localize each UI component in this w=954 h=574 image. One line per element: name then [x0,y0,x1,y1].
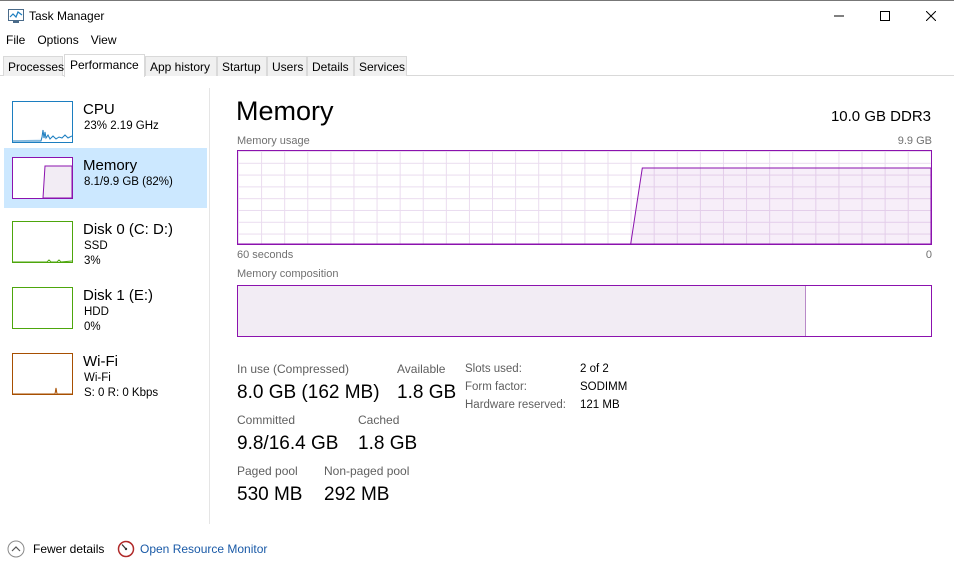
memory-usage-graph [237,150,932,245]
time-axis-min: 0 [925,249,932,261]
sidebar-item-cpu[interactable]: CPU 23% 2.19 GHz [4,92,207,152]
sidebar-item-name: Disk 1 (E:) [83,287,154,304]
memory-thumbnail-graph [12,157,73,199]
sidebar-item-detail: 3% [84,255,101,267]
cpu-sparkline [13,129,72,142]
wifi-sparkline [13,387,72,394]
tab-app-history[interactable]: App history [145,56,217,76]
form-factor-value: SODIMM [580,381,628,393]
minimize-button[interactable] [816,1,862,31]
in-use-value: 8.0 GB (162 MB) [237,382,380,403]
memory-sparkline [42,165,72,198]
maximize-button[interactable] [862,1,908,31]
paged-pool-label: Paged pool [237,464,298,478]
close-button[interactable] [908,1,954,31]
open-resource-monitor-link[interactable]: Open Resource Monitor [117,540,267,558]
hardware-reserved-value: 121 MB [580,399,620,411]
sidebar-item-detail: SSD [84,240,108,252]
non-paged-pool-value: 292 MB [324,484,390,505]
memory-usage-label: Memory usage [237,135,310,147]
form-factor-label: Form factor: [465,381,527,393]
sidebar-item-detail: S: 0 R: 0 Kbps [84,387,159,399]
slots-used-value: 2 of 2 [580,363,609,375]
menu-options[interactable]: Options [31,31,84,51]
sidebar-item-wifi[interactable]: Wi-Fi Wi-Fi S: 0 R: 0 Kbps [4,344,207,404]
cached-value: 1.8 GB [358,433,418,454]
sidebar-item-name: Disk 0 (C: D:) [83,221,173,238]
hardware-reserved-label: Hardware reserved: [465,399,566,411]
slots-used-label: Slots used: [465,363,522,375]
composition-in-use[interactable] [238,286,807,336]
disk-0-sparkline [13,259,72,262]
sidebar-item-name: Memory [83,157,138,174]
sidebar-item-detail: 8.1/9.9 GB (82%) [84,176,173,188]
available-label: Available [397,362,446,376]
tab-startup[interactable]: Startup [217,56,267,76]
disk-1-thumbnail-graph [12,287,73,329]
sidebar-item-name: CPU [83,101,115,118]
resource-monitor-icon [117,540,135,558]
memory-usage-max: 9.9 GB [897,135,932,147]
title-bar: Task Manager [0,0,954,31]
tab-bar: Processes Performance App history Startu… [0,54,954,77]
resource-sidebar: CPU 23% 2.19 GHz Memory 8.1/9.9 GB (82%)… [0,88,210,524]
tab-services[interactable]: Services [354,56,407,76]
sidebar-item-detail: Wi-Fi [84,372,111,384]
menu-bar: File Options View [0,31,954,51]
tab-processes[interactable]: Processes [3,56,64,76]
chevron-up-icon [7,540,25,558]
sidebar-item-detail: HDD [84,306,109,318]
memory-usage-area [238,167,931,244]
window-title: Task Manager [29,9,105,23]
sidebar-item-disk-1[interactable]: Disk 1 (E:) HDD 0% [4,278,207,338]
tab-users[interactable]: Users [267,56,307,76]
tab-performance[interactable]: Performance [64,54,145,77]
menu-file[interactable]: File [0,31,31,51]
page-title: Memory [236,96,334,126]
time-axis-label: 60 seconds [237,249,294,261]
in-use-label: In use (Compressed) [237,362,350,376]
fewer-details-button[interactable]: Fewer details [7,540,104,558]
paged-pool-value: 530 MB [237,484,303,505]
committed-value: 9.8/16.4 GB [237,433,339,454]
open-resource-monitor-label: Open Resource Monitor [140,542,268,556]
memory-composition-label: Memory composition [237,268,339,280]
cached-label: Cached [358,413,400,427]
menu-view[interactable]: View [85,31,123,51]
memory-usage-line [238,167,931,244]
available-value: 1.8 GB [397,382,457,403]
memory-composition-bar [237,285,932,337]
sidebar-item-detail: 23% 2.19 GHz [84,120,159,132]
minimize-icon [834,15,844,17]
committed-label: Committed [237,413,296,427]
close-icon [926,11,936,21]
non-paged-pool-label: Non-paged pool [324,464,410,478]
disk-0-thumbnail-graph [12,221,73,263]
sidebar-item-disk-0[interactable]: Disk 0 (C: D:) SSD 3% [4,212,207,272]
sidebar-item-name: Wi-Fi [83,353,118,370]
sidebar-item-memory[interactable]: Memory 8.1/9.9 GB (82%) [4,148,207,208]
cpu-thumbnail-graph [12,101,73,143]
task-manager-icon [8,9,24,23]
fewer-details-label: Fewer details [33,542,105,556]
wifi-thumbnail-graph [12,353,73,395]
tab-details[interactable]: Details [307,56,354,76]
sidebar-item-detail: 0% [84,321,101,333]
memory-spec: 10.0 GB DDR3 [830,108,931,125]
maximize-icon [880,11,890,21]
